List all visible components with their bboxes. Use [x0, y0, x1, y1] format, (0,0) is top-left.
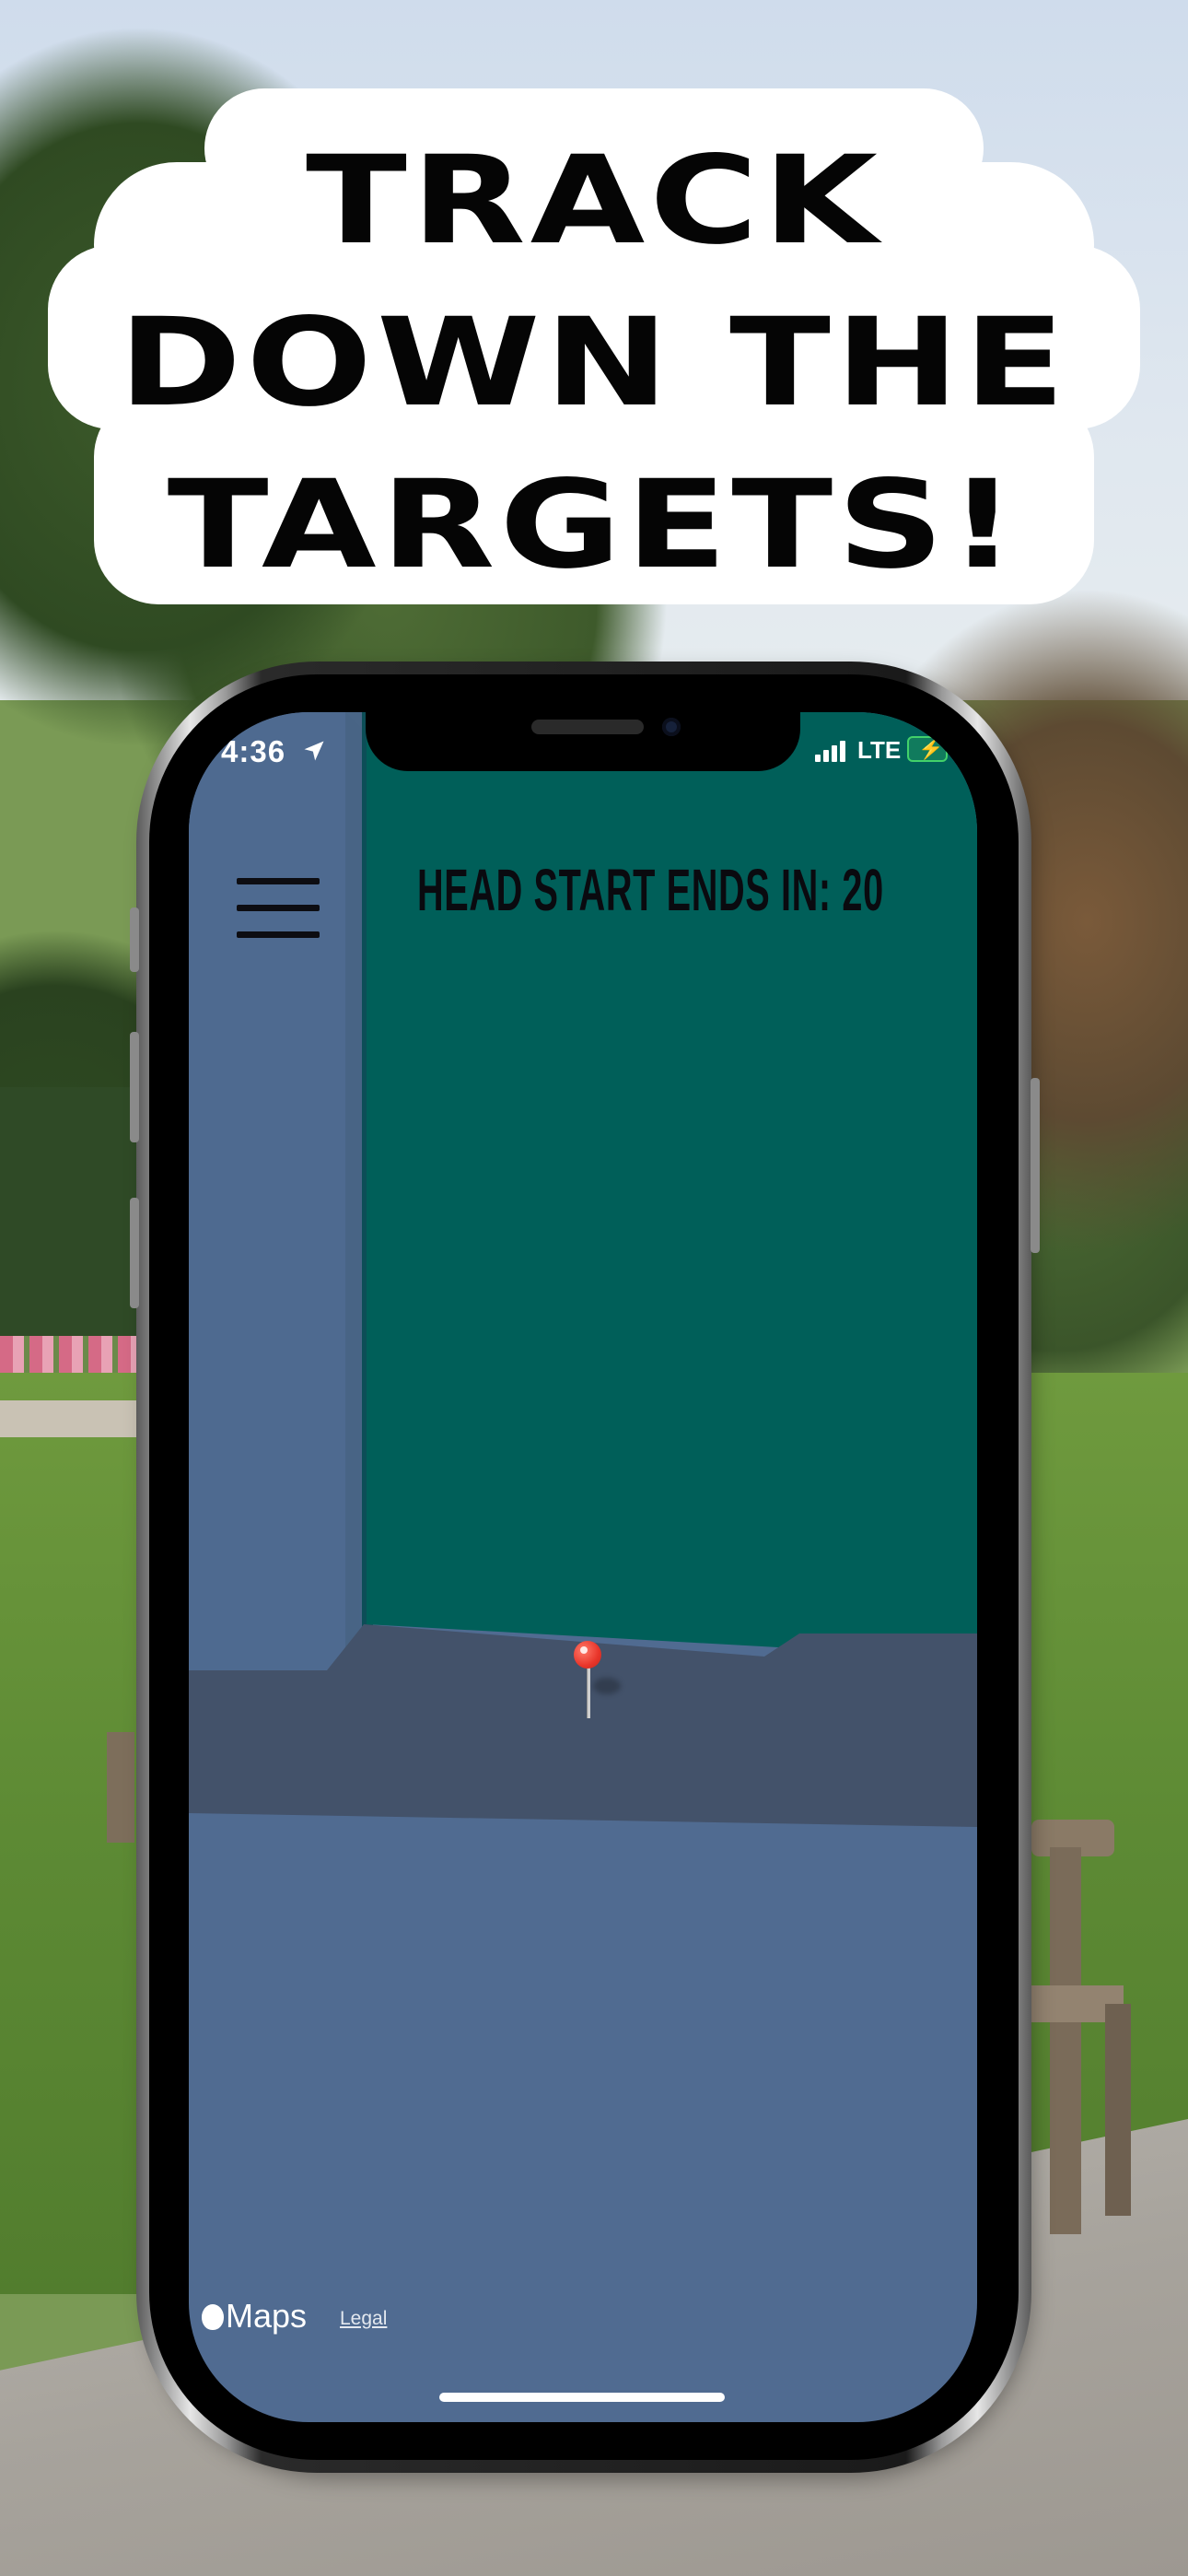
park-bench-left: [107, 1732, 134, 1843]
front-camera: [662, 718, 681, 736]
park-bench: [1022, 1820, 1160, 2243]
home-indicator[interactable]: [439, 2393, 725, 2402]
hedge: [0, 1087, 138, 1345]
network-type: LTE: [857, 736, 902, 764]
map-block-left: [189, 712, 364, 1670]
action-button: [130, 907, 139, 972]
status-time: 4:36: [221, 734, 286, 768]
head-start-countdown: HEAD START ENDS IN: 20: [417, 857, 884, 923]
apple-logo-icon: [202, 2304, 224, 2330]
garden-path: [0, 1400, 138, 1437]
volume-up-button: [130, 1032, 139, 1142]
headline-bubble: TRACK DOWN THE TARGETS!: [48, 88, 1140, 604]
apple-maps-logo: Maps: [202, 2297, 307, 2336]
cellular-signal-icon: [815, 740, 848, 762]
power-button: [1031, 1078, 1040, 1253]
legal-link[interactable]: Legal: [340, 2308, 387, 2330]
map-building: [367, 712, 977, 1657]
phone-screen: 4:36 LTE ⚡ HEAD START ENDS IN: 20 Maps L…: [189, 712, 977, 2422]
red-pin-icon[interactable]: [569, 1641, 621, 1724]
headline: TRACK DOWN THE TARGETS!: [48, 120, 1140, 606]
flower-bed: [0, 1336, 147, 1373]
headline-line-1: TRACK: [306, 130, 882, 272]
location-arrow-icon: [304, 741, 324, 761]
notch: [366, 712, 800, 771]
map-view[interactable]: [189, 712, 977, 2422]
volume-down-button: [130, 1198, 139, 1308]
battery-charging-icon: ⚡: [907, 736, 953, 762]
earpiece-speaker: [531, 720, 644, 734]
headline-line-3: TARGETS!: [167, 454, 1021, 596]
headline-line-2: DOWN THE: [118, 292, 1070, 434]
hamburger-menu-icon[interactable]: [237, 878, 320, 939]
